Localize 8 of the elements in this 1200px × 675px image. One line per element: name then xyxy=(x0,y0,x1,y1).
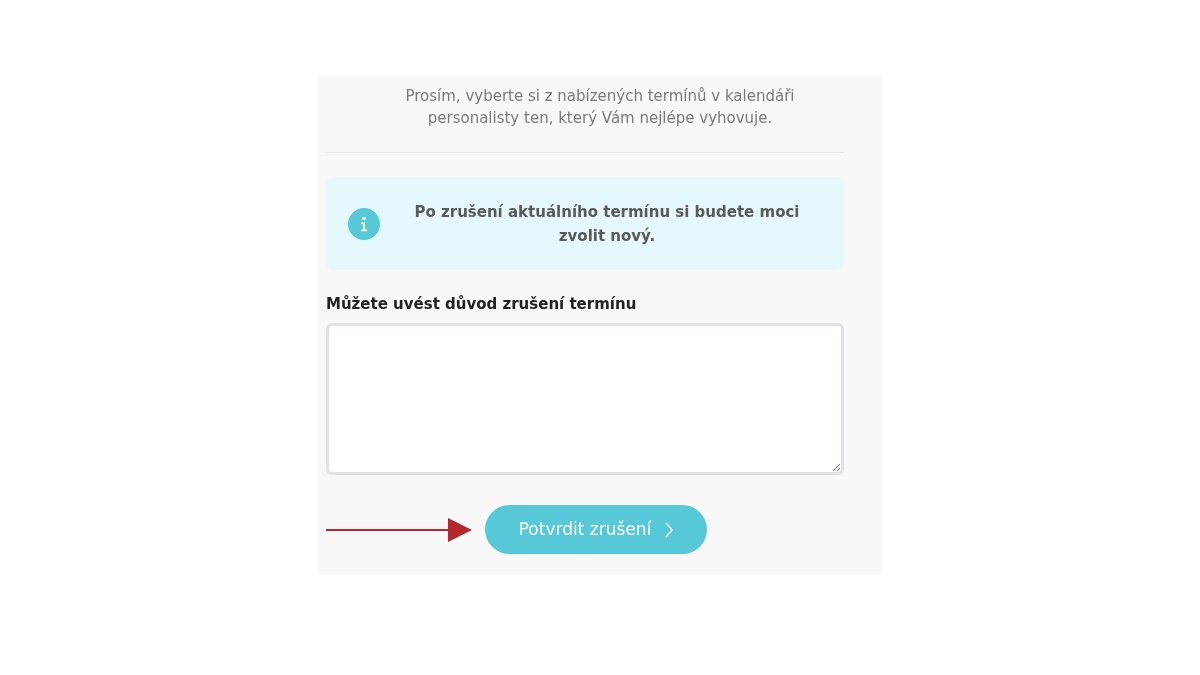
info-icon xyxy=(348,207,380,240)
reason-label: Můžete uvést důvod zrušení termínu xyxy=(326,294,638,314)
notice-text: Po zrušení aktuálního termínu si budete moci zvolit nový. xyxy=(413,201,801,247)
intro-text: Prosím, vyberte si z nabízených termínů v kalendáři personalisty ten, který Vám nejlépe vyhovuje. xyxy=(404,86,796,129)
reason-field[interactable] xyxy=(326,323,844,475)
chevron-right-icon xyxy=(665,521,674,538)
pointer-arrow-icon xyxy=(326,517,472,542)
confirm-button[interactable]: Potvrdit zrušení xyxy=(485,505,707,554)
